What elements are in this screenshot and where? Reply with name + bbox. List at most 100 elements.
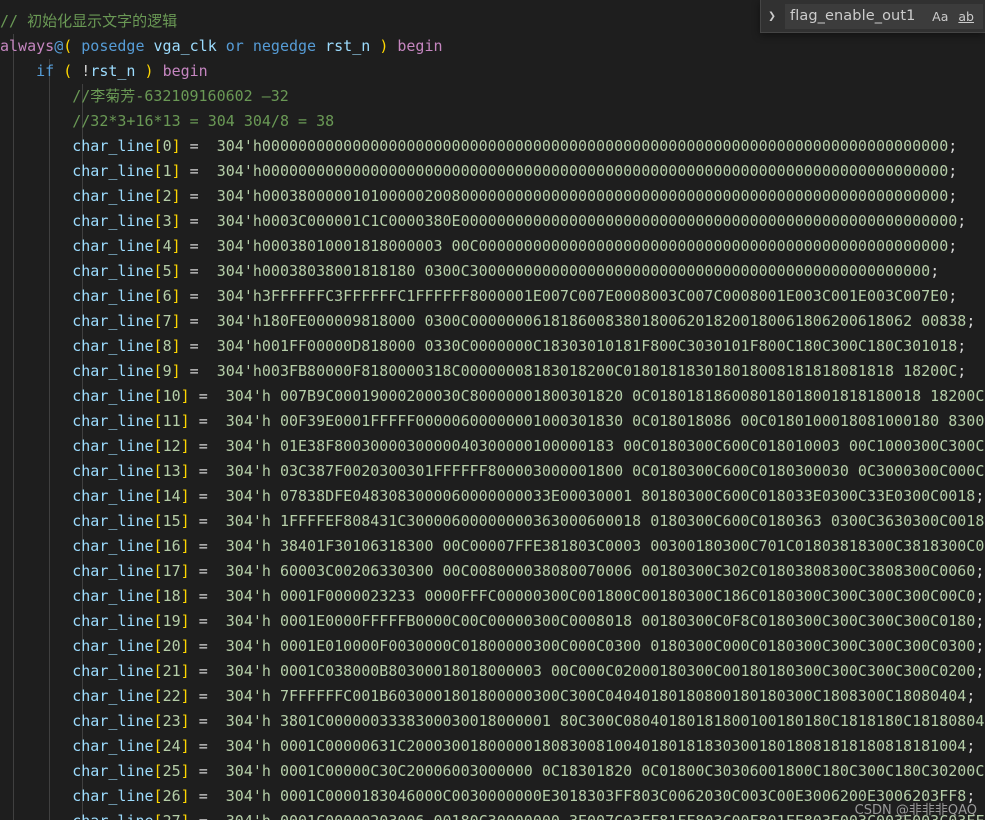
assign-operator: = <box>189 287 199 305</box>
bracket-close: ] <box>171 212 181 230</box>
bracket-open: [ <box>153 712 163 730</box>
hex-width-prefix: 304'h <box>225 437 271 455</box>
statement-terminator: ; <box>948 137 958 155</box>
array-index: 12 <box>162 437 181 455</box>
hex-literal: 0001F0000023233 0000FFFC00000300C001800C… <box>270 587 976 605</box>
code-line-assign-0: char_line[0] = 304'h00000000000000000000… <box>0 134 985 159</box>
code-line-assign-15: char_line[15] = 304'h 1FFFFEF808431C3000… <box>0 509 985 534</box>
bracket-open: [ <box>153 512 163 530</box>
bracket-open: [ <box>153 312 163 330</box>
statement-terminator: ; <box>957 212 967 230</box>
hex-literal: 0001E010000F0030000C01800000300C000C0300… <box>270 637 976 655</box>
hex-width-prefix: 304'h <box>225 487 271 505</box>
bracket-close: ] <box>180 387 190 405</box>
array-index: 1 <box>162 162 172 180</box>
statement-terminator: ; <box>975 612 985 630</box>
find-input[interactable] <box>790 8 927 24</box>
bracket-close: ] <box>180 737 190 755</box>
find-input-wrapper[interactable]: Aa ab <box>785 3 983 29</box>
hex-width-prefix: 304'h <box>225 512 271 530</box>
assign-operator: = <box>189 162 199 180</box>
token-cmt: //32*3+16*13 = 304 304/8 = 38 <box>72 112 335 130</box>
chevron-right-icon[interactable]: ❯ <box>761 0 783 32</box>
bracket-close: ] <box>180 562 190 580</box>
whole-word-icon[interactable]: ab <box>954 7 978 26</box>
statement-terminator: ; <box>948 287 958 305</box>
code-line-assign-17: char_line[17] = 304'h 60003C00206330300 … <box>0 559 985 584</box>
statement-terminator: ; <box>975 562 985 580</box>
code-line-assign-8: char_line[8] = 304'h001FF00000D818000 03… <box>0 334 985 359</box>
bracket-close: ] <box>171 312 181 330</box>
array-index: 2 <box>162 187 172 205</box>
bracket-open: [ <box>153 762 163 780</box>
statement-terminator: ; <box>975 662 985 680</box>
bracket-open: [ <box>153 387 163 405</box>
assign-operator: = <box>198 537 208 555</box>
code-editor[interactable]: // 初始化显示文字的逻辑 always@( posedge vga_clk or… <box>0 0 985 820</box>
whole-word-label: ab <box>958 8 974 24</box>
code-line-assign-22: char_line[22] = 304'h 7FFFFFFC001B603000… <box>0 684 985 709</box>
bracket-open: [ <box>153 537 163 555</box>
bracket-open: [ <box>153 162 163 180</box>
code-line-assign-10: char_line[10] = 304'h 007B9C000190002000… <box>0 384 985 409</box>
hex-literal: 0001E0000FFFFFB0000C00C00000300C0008018 … <box>270 612 976 630</box>
statement-terminator: ; <box>948 187 958 205</box>
bracket-open: [ <box>153 687 163 705</box>
assign-operator: = <box>189 137 199 155</box>
statement-terminator: ; <box>966 787 976 805</box>
array-name: char_line <box>72 462 154 480</box>
find-widget[interactable]: ❯ Aa ab <box>760 0 985 33</box>
array-index: 11 <box>162 412 181 430</box>
match-case-icon[interactable]: Aa <box>928 7 952 26</box>
code-line-header-3: //李菊芳-632109160602 —32 <box>0 84 985 109</box>
statement-terminator: ; <box>966 312 976 330</box>
statement-terminator: ; <box>975 587 985 605</box>
bracket-close: ] <box>180 787 190 805</box>
token-op <box>217 37 226 55</box>
array-index: 27 <box>163 812 181 820</box>
hex-literal: 0001C00000631C20003001800000180830081004… <box>270 737 967 755</box>
array-index: 13 <box>162 462 181 480</box>
hex-width-prefix: 304'h <box>216 237 262 255</box>
array-index: 9 <box>162 362 172 380</box>
code-line-assign-18: char_line[18] = 304'h 0001F0000023233 00… <box>0 584 985 609</box>
bracket-open: [ <box>153 287 163 305</box>
assign-operator: = <box>198 712 208 730</box>
code-line-header-4: //32*3+16*13 = 304 304/8 = 38 <box>0 109 985 134</box>
array-index: 5 <box>162 262 172 280</box>
hex-width-prefix: 304'h <box>225 562 271 580</box>
assign-operator: = <box>189 337 199 355</box>
code-line-assign-13: char_line[13] = 304'h 03C387F0020300301F… <box>0 459 985 484</box>
array-name: char_line <box>72 812 153 820</box>
bracket-open: [ <box>153 487 163 505</box>
bracket-close: ] <box>171 237 181 255</box>
hex-width-prefix: 304'h <box>216 162 262 180</box>
token-kw2: if <box>36 62 55 80</box>
token-op <box>154 62 163 80</box>
hex-literal: 0000000000000000000000000000000000000000… <box>261 162 949 180</box>
array-name: char_line <box>72 587 154 605</box>
code-line-assign-12: char_line[12] = 304'h 01E38F800300003000… <box>0 434 985 459</box>
assign-operator: = <box>198 562 208 580</box>
statement-terminator: ; <box>966 687 976 705</box>
bracket-close: ] <box>171 287 181 305</box>
array-name: char_line <box>72 562 154 580</box>
assign-operator: = <box>189 262 199 280</box>
